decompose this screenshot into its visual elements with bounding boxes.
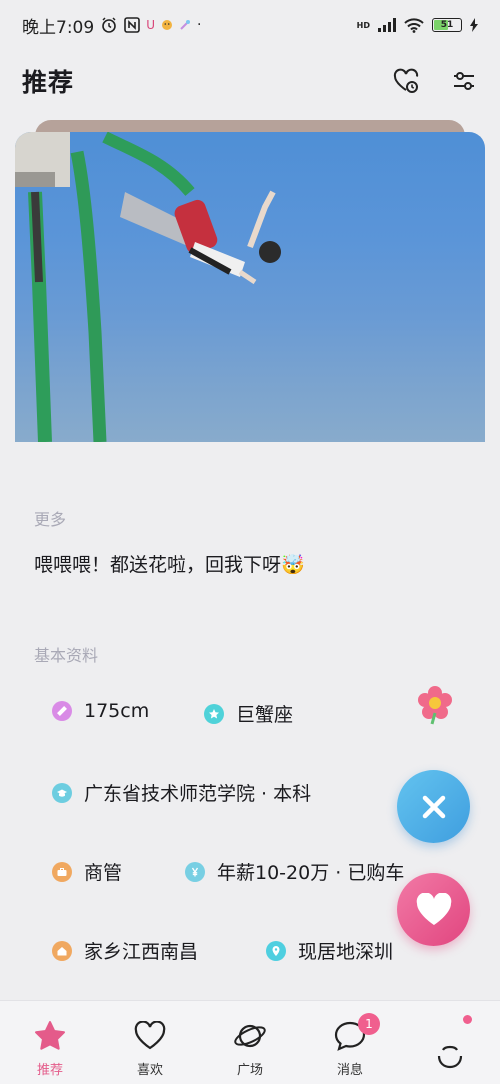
briefcase-icon (52, 861, 72, 882)
bottom-tab-bar: 推荐 喜欢 广场 1 消息 (0, 1000, 500, 1084)
tab-likes[interactable]: 喜欢 (100, 1001, 200, 1084)
status-time: 晚上7:09 (22, 17, 95, 38)
more-section-label: 更多 (34, 510, 67, 529)
app-notification-icon: U (146, 18, 155, 32)
filter-button[interactable] (450, 67, 478, 95)
profile-photo-card[interactable] (15, 120, 485, 444)
liked-history-button[interactable] (392, 67, 420, 95)
charging-icon (470, 18, 478, 32)
info-job: 商管 (52, 858, 122, 885)
more-notifications-dot: · (196, 17, 202, 33)
basic-info-label: 基本资料 (34, 646, 99, 665)
heart-clock-icon (393, 68, 419, 93)
page-title: 推荐 (22, 68, 75, 97)
location-pin-icon (266, 940, 286, 961)
graduation-cap-icon (52, 782, 72, 803)
bungee-jump-photo (15, 132, 281, 442)
signal-icon (378, 18, 396, 32)
close-icon (422, 795, 445, 818)
profile-icon (433, 1038, 467, 1072)
tab-profile[interactable] (400, 1001, 500, 1084)
app-notification-icon-2 (161, 19, 173, 31)
message-count-badge: 1 (358, 1013, 380, 1035)
heart-icon (416, 892, 451, 925)
info-residence: 现居地深圳 (266, 937, 393, 964)
top-header: 推荐 (0, 56, 500, 106)
info-income: 年薪10-20万 · 已购车 (185, 858, 404, 885)
tab-messages[interactable]: 1 消息 (300, 1001, 400, 1084)
app-notification-icon-3 (179, 19, 191, 31)
like-button[interactable] (397, 873, 470, 946)
battery-icon: 51 (432, 18, 462, 32)
planet-icon (233, 1019, 267, 1053)
star-icon (204, 703, 224, 724)
send-flower-button[interactable] (414, 683, 456, 725)
star-icon (33, 1019, 67, 1053)
profile-photo[interactable] (15, 132, 485, 442)
network-type: HD (356, 20, 370, 30)
dislike-button[interactable] (397, 770, 470, 843)
tab-square[interactable]: 广场 (200, 1001, 300, 1084)
home-icon (52, 940, 72, 961)
status-bar: 晚上7:09 U · HD 51 (0, 0, 500, 50)
info-height: 175cm (52, 700, 149, 722)
wifi-icon (404, 17, 424, 33)
ruler-icon (52, 701, 72, 721)
yen-coin-icon (185, 861, 205, 882)
alarm-icon (100, 16, 118, 34)
tab-recommend[interactable]: 推荐 (0, 1001, 100, 1084)
flower-icon (418, 686, 452, 725)
info-zodiac: 巨蟹座 (204, 700, 293, 727)
nfc-icon (124, 17, 140, 33)
profile-bio: 喂喂喂！都送花啦，回我下呀🤯 (34, 554, 305, 576)
filter-sliders-icon (454, 72, 474, 90)
info-school: 广东省技术师范学院 · 本科 (52, 779, 311, 806)
profile-notification-dot (463, 1015, 472, 1024)
heart-outline-icon (133, 1019, 167, 1053)
info-hometown: 家乡江西南昌 (52, 937, 198, 964)
